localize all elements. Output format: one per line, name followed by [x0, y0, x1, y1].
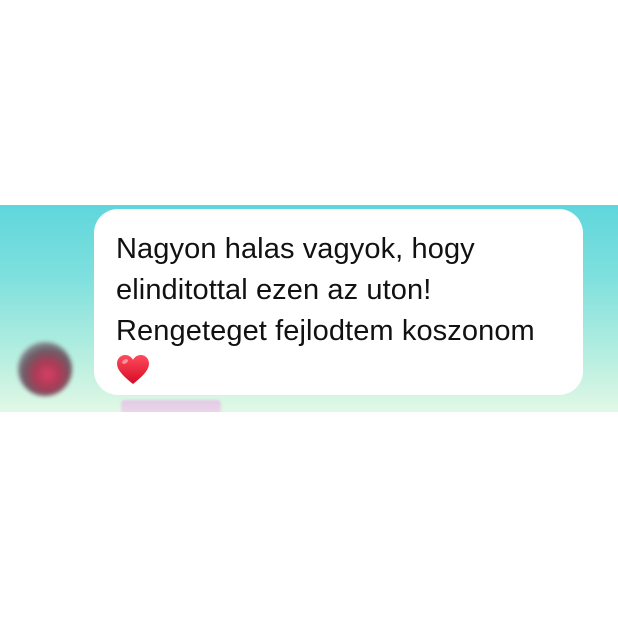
message-text: Nagyon halas vagyok, hogy elinditottal e…: [116, 233, 535, 347]
heart-icon: [117, 355, 149, 384]
partial-next-message: [121, 400, 221, 412]
chat-background: Nagyon halas vagyok, hogy elinditottal e…: [0, 205, 618, 412]
avatar[interactable]: [18, 342, 72, 396]
message-bubble[interactable]: Nagyon halas vagyok, hogy elinditottal e…: [94, 209, 583, 395]
